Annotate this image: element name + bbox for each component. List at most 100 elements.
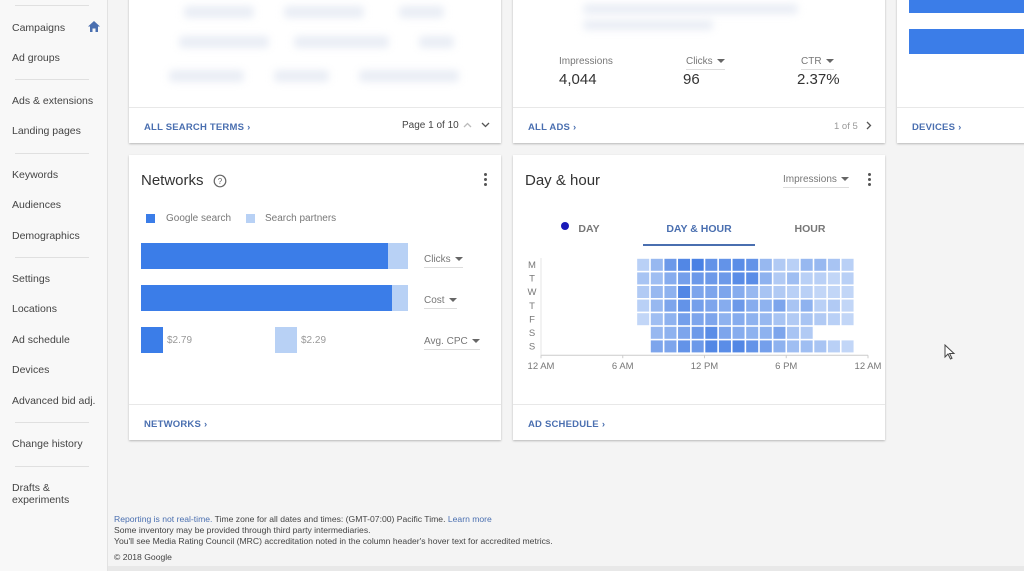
heatmap-cell[interactable] <box>732 313 745 326</box>
heatmap-cell[interactable] <box>691 258 704 271</box>
heatmap-cell[interactable] <box>718 299 731 312</box>
heatmap-cell[interactable] <box>650 313 663 326</box>
heatmap-cell[interactable] <box>759 299 772 312</box>
heatmap-cell[interactable] <box>827 286 840 298</box>
heatmap-cell[interactable] <box>800 299 813 312</box>
heatmap-cell[interactable] <box>787 313 800 326</box>
sidebar-item-ad-schedule[interactable]: Ad schedule <box>12 334 102 346</box>
heatmap-cell[interactable] <box>732 272 745 285</box>
heatmap-cell[interactable] <box>732 286 745 298</box>
heatmap-cell[interactable] <box>773 286 786 298</box>
heatmap-cell[interactable] <box>650 272 663 285</box>
heatmap-cell[interactable] <box>814 272 827 285</box>
heatmap-cell[interactable] <box>827 313 840 326</box>
heatmap-cell[interactable] <box>787 272 800 285</box>
heatmap-cell[interactable] <box>718 286 731 298</box>
heatmap-cell[interactable] <box>678 313 691 326</box>
chevron-right-icon[interactable] <box>866 121 872 130</box>
heatmap-cell[interactable] <box>773 340 786 353</box>
heatmap-cell[interactable] <box>787 340 800 353</box>
heatmap-cell[interactable] <box>800 326 813 339</box>
heatmap-cell[interactable] <box>650 340 663 353</box>
ad-schedule-link[interactable]: AD SCHEDULE › <box>528 419 605 430</box>
heatmap-cell[interactable] <box>841 340 854 353</box>
heatmap-cell[interactable] <box>705 326 718 339</box>
heatmap-cell[interactable] <box>678 286 691 298</box>
avg-cpc-metric-dropdown[interactable]: Avg. CPC <box>424 336 480 350</box>
heatmap-cell[interactable] <box>759 313 772 326</box>
heatmap-cell[interactable] <box>814 258 827 271</box>
more-options-icon[interactable] <box>483 172 487 188</box>
sidebar-item-keywords[interactable]: Keywords <box>12 169 102 181</box>
heatmap-cell[interactable] <box>705 286 718 298</box>
heatmap-cell[interactable] <box>678 272 691 285</box>
help-icon[interactable]: ? <box>213 174 227 188</box>
tab-day-hour[interactable]: DAY & HOUR <box>643 223 755 235</box>
heatmap-cell[interactable] <box>678 299 691 312</box>
heatmap-cell[interactable] <box>705 313 718 326</box>
heatmap-cell[interactable] <box>746 326 759 339</box>
sidebar-item-demographics[interactable]: Demographics <box>12 230 102 242</box>
learn-more-link[interactable]: Learn more <box>448 514 492 524</box>
heatmap-cell[interactable] <box>759 258 772 271</box>
chevron-down-icon[interactable] <box>481 122 490 128</box>
sidebar-item-settings[interactable]: Settings <box>12 273 102 285</box>
heatmap-cell[interactable] <box>814 313 827 326</box>
heatmap-cell[interactable] <box>759 272 772 285</box>
heatmap-cell[interactable] <box>637 286 650 298</box>
heatmap-cell[interactable] <box>787 326 800 339</box>
heatmap-cell[interactable] <box>841 313 854 326</box>
heatmap-cell[interactable] <box>827 258 840 271</box>
heatmap-cell[interactable] <box>691 340 704 353</box>
heatmap-cell[interactable] <box>827 299 840 312</box>
heatmap-cell[interactable] <box>800 258 813 271</box>
heatmap-cell[interactable] <box>800 272 813 285</box>
heatmap-cell[interactable] <box>691 299 704 312</box>
reporting-not-realtime-link[interactable]: Reporting is not real-time. <box>114 514 212 524</box>
clicks-metric-dropdown[interactable]: Clicks <box>424 254 463 268</box>
heatmap-cell[interactable] <box>746 313 759 326</box>
heatmap-cell[interactable] <box>841 272 854 285</box>
heatmap-cell[interactable] <box>732 340 745 353</box>
heatmap-cell[interactable] <box>637 299 650 312</box>
heatmap-cell[interactable] <box>718 258 731 271</box>
impressions-metric-dropdown[interactable]: Impressions <box>783 174 849 188</box>
heatmap-cell[interactable] <box>691 313 704 326</box>
heatmap-cell[interactable] <box>664 340 677 353</box>
sidebar-item-landing-pages[interactable]: Landing pages <box>12 125 102 137</box>
heatmap-cell[interactable] <box>746 299 759 312</box>
networks-link[interactable]: NETWORKS › <box>144 419 207 430</box>
heatmap-cell[interactable] <box>800 286 813 298</box>
heatmap-cell[interactable] <box>718 272 731 285</box>
heatmap-cell[interactable] <box>705 299 718 312</box>
heatmap-cell[interactable] <box>814 299 827 312</box>
clicks-dropdown[interactable]: Clicks <box>686 56 725 70</box>
heatmap-cell[interactable] <box>650 299 663 312</box>
heatmap-cell[interactable] <box>800 340 813 353</box>
heatmap-cell[interactable] <box>827 340 840 353</box>
sidebar-item-devices[interactable]: Devices <box>12 364 102 376</box>
heatmap-cell[interactable] <box>732 326 745 339</box>
heatmap-cell[interactable] <box>773 272 786 285</box>
heatmap-cell[interactable] <box>664 299 677 312</box>
home-icon[interactable] <box>88 21 100 32</box>
heatmap-cell[interactable] <box>787 258 800 271</box>
cost-metric-dropdown[interactable]: Cost <box>424 295 457 309</box>
heatmap-cell[interactable] <box>841 299 854 312</box>
tab-hour[interactable]: HOUR <box>775 223 845 235</box>
ctr-dropdown[interactable]: CTR <box>801 56 834 70</box>
chevron-up-icon[interactable] <box>463 122 472 128</box>
heatmap-cell[interactable] <box>773 326 786 339</box>
sidebar-item-drafts-experiments[interactable]: Drafts & experiments <box>12 482 72 506</box>
heatmap-cell[interactable] <box>759 326 772 339</box>
heatmap-cell[interactable] <box>664 286 677 298</box>
all-search-terms-link[interactable]: ALL SEARCH TERMS › <box>144 122 251 133</box>
heatmap-cell[interactable] <box>759 340 772 353</box>
tab-day[interactable]: DAY <box>569 223 609 235</box>
heatmap-cell[interactable] <box>787 286 800 298</box>
heatmap-cell[interactable] <box>650 286 663 298</box>
heatmap-cell[interactable] <box>664 313 677 326</box>
all-ads-link[interactable]: ALL ADS › <box>528 122 576 133</box>
heatmap-cell[interactable] <box>814 340 827 353</box>
heatmap-cell[interactable] <box>678 340 691 353</box>
